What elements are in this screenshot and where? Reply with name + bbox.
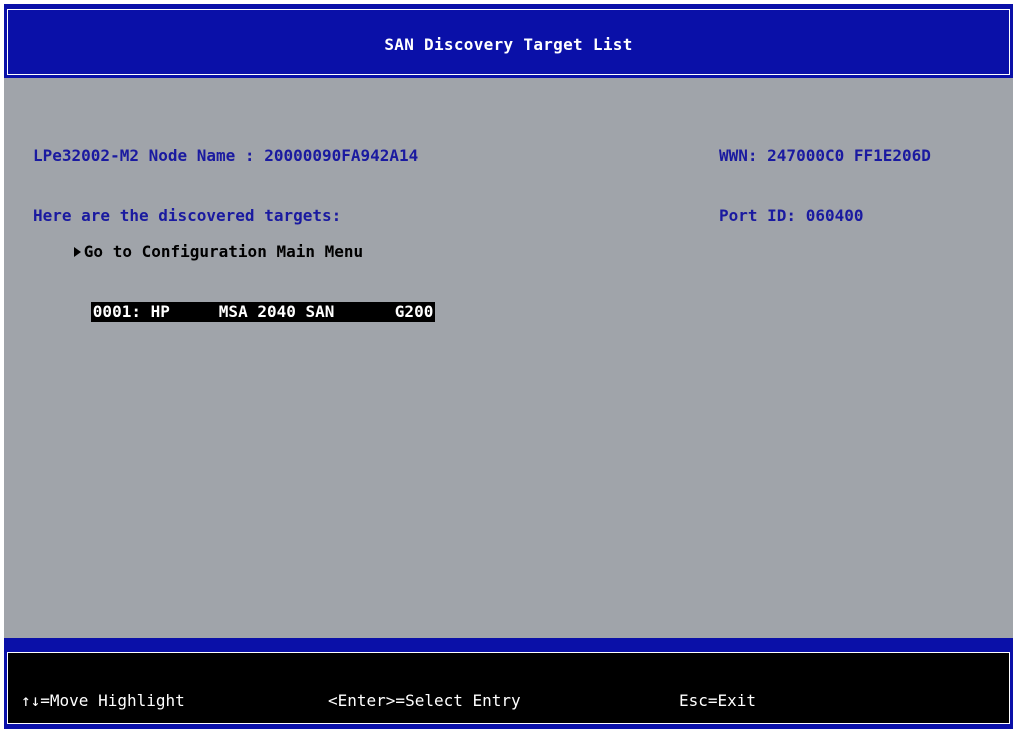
select-entry-help: <Enter>=Select Entry [328, 691, 521, 710]
target-entry-0001[interactable]: 0001: HP MSA 2040 SAN G200 [90, 302, 436, 322]
port-id-line: Port ID: 060400 [719, 206, 864, 225]
exit-help: Esc=Exit [679, 691, 757, 710]
target-list: 0001: HP MSA 2040 SAN G200 [14, 282, 436, 322]
header-frame: SAN Discovery Target List [7, 9, 1010, 75]
target-model: MSA 2040 SAN [218, 302, 335, 321]
help-bar: ↑↓=Move Highlight <Enter>=Select Entry E… [7, 652, 1010, 724]
target-revision: G200 [394, 302, 434, 321]
port-info: WWN: 247000C0 FF1E206D Port ID: 060400 [719, 106, 931, 266]
footer-bar: ↑↓=Move Highlight <Enter>=Select Entry E… [4, 638, 1013, 729]
wwn-line: WWN: 247000C0 FF1E206D [719, 146, 931, 165]
header-bar: SAN Discovery Target List [4, 4, 1013, 78]
page-title: SAN Discovery Target List [384, 35, 633, 54]
node-name-line: LPe32002-M2 Node Name : 20000090FA942A14 [33, 146, 419, 165]
move-highlight-help: ↑↓=Move Highlight [21, 691, 185, 710]
main-menu-link[interactable]: Go to Configuration Main Menu [14, 222, 435, 261]
bios-screen: SAN Discovery Target List LPe32002-M2 No… [4, 4, 1013, 729]
target-menu: Go to Configuration Main Menu 0001: HP MS… [14, 182, 436, 342]
main-menu-label: Go to Configuration Main Menu [83, 242, 364, 261]
submenu-arrow-icon [72, 242, 84, 262]
target-id: 0001: HP [92, 302, 170, 321]
footer-strip [4, 725, 1013, 729]
